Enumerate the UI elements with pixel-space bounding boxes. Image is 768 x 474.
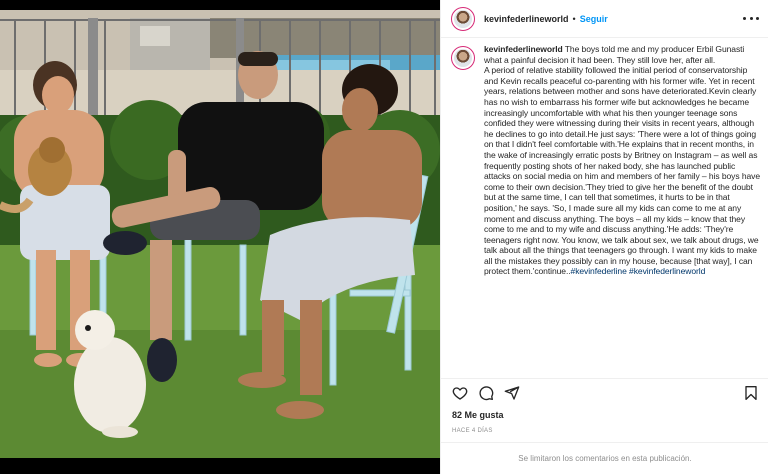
likes-count[interactable]: 82 Me gusta bbox=[452, 410, 504, 420]
caption-paragraph-2: A period of relative stability followed … bbox=[484, 65, 763, 277]
more-options-icon[interactable] bbox=[743, 10, 759, 26]
header-username[interactable]: kevinfederlineworld bbox=[484, 14, 569, 24]
post-photo[interactable] bbox=[0, 0, 440, 474]
avatar[interactable] bbox=[451, 6, 475, 31]
comment-icon[interactable] bbox=[478, 385, 494, 401]
caption-username[interactable]: kevinfederlineworld bbox=[484, 44, 563, 54]
caption-text: kevinfederlineworld The boys told me and… bbox=[484, 44, 763, 374]
share-icon[interactable] bbox=[504, 385, 520, 401]
caption-avatar[interactable] bbox=[451, 46, 475, 70]
comments-disabled-notice: Se limitaron los comentarios en esta pub… bbox=[441, 442, 768, 474]
photo-illustration bbox=[0, 0, 440, 474]
hashtag-link[interactable]: #kevinfederlineworld bbox=[629, 266, 705, 276]
follow-button[interactable]: Seguir bbox=[580, 14, 608, 24]
caption-paragraph-1: kevinfederlineworld The boys told me and… bbox=[484, 44, 763, 65]
caption-section: kevinfederlineworld The boys told me and… bbox=[441, 44, 768, 374]
post-header: kevinfederlineworld • Seguir bbox=[441, 0, 768, 38]
bookmark-icon[interactable] bbox=[743, 385, 759, 401]
post-date: HACE 4 DÍAS bbox=[452, 428, 493, 434]
separator-dot: • bbox=[572, 13, 576, 24]
avatar-image bbox=[454, 49, 472, 67]
hashtag-link[interactable]: #kevinfederline bbox=[571, 266, 627, 276]
avatar-image bbox=[454, 9, 472, 28]
caption-body: A period of relative stability followed … bbox=[484, 65, 761, 277]
action-bar bbox=[441, 378, 768, 406]
post-panel: kevinfederlineworld • Seguir kevinfederl… bbox=[440, 0, 768, 474]
heart-icon[interactable] bbox=[452, 385, 468, 401]
